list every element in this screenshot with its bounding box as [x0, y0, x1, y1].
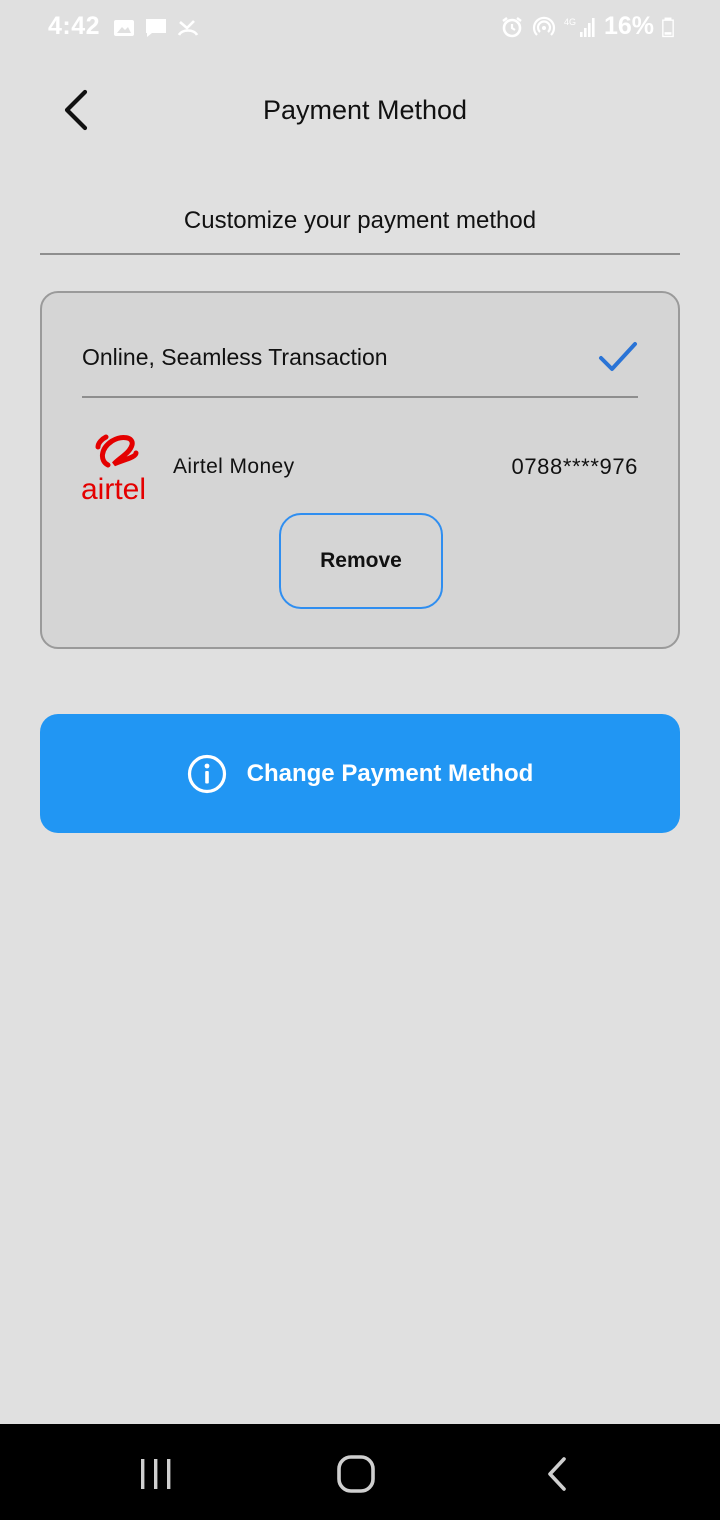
card-divider: [82, 396, 638, 398]
recents-icon[interactable]: [136, 1458, 176, 1490]
svg-text:4G: 4G: [564, 17, 576, 27]
page-title: Payment Method: [262, 95, 468, 125]
payment-method-name: Airtel Money: [173, 455, 295, 478]
svg-text:airtel: airtel: [81, 473, 146, 506]
transaction-type-label: Online, Seamless Transaction: [82, 344, 388, 370]
message-icon: [146, 19, 166, 37]
missed-call-icon: [177, 20, 199, 36]
image-icon: [114, 20, 134, 36]
battery-icon: [662, 17, 674, 37]
hotspot-icon: [532, 16, 556, 36]
4g-signal-icon: 4G: [564, 17, 595, 37]
checkmark-icon: [599, 342, 637, 371]
payment-method-card: Online, Seamless Transaction airtel Airt…: [40, 291, 680, 649]
section-subtitle: Customize your payment method: [183, 207, 537, 234]
system-navigation-bar: [0, 1424, 720, 1520]
battery-percentage: 16%: [603, 12, 654, 40]
app-header: Payment Method: [0, 72, 720, 150]
home-icon[interactable]: [336, 1454, 376, 1494]
remove-button[interactable]: Remove: [279, 513, 443, 609]
change-payment-method-button[interactable]: Change Payment Method: [40, 714, 680, 833]
status-system-icons: 4G 16%: [500, 12, 674, 41]
divider: [40, 253, 680, 255]
info-icon: [187, 754, 226, 793]
status-bar: 4:42 4G 16%: [0, 0, 720, 56]
status-notification-icons: [112, 16, 200, 40]
airtel-logo: airtel: [81, 434, 146, 506]
status-time: 4:42: [48, 12, 101, 40]
back-icon[interactable]: [542, 1456, 572, 1492]
payment-method-number: 0788****976: [511, 454, 638, 479]
alarm-icon: [502, 16, 522, 37]
change-payment-method-label: Change Payment Method: [246, 759, 534, 787]
